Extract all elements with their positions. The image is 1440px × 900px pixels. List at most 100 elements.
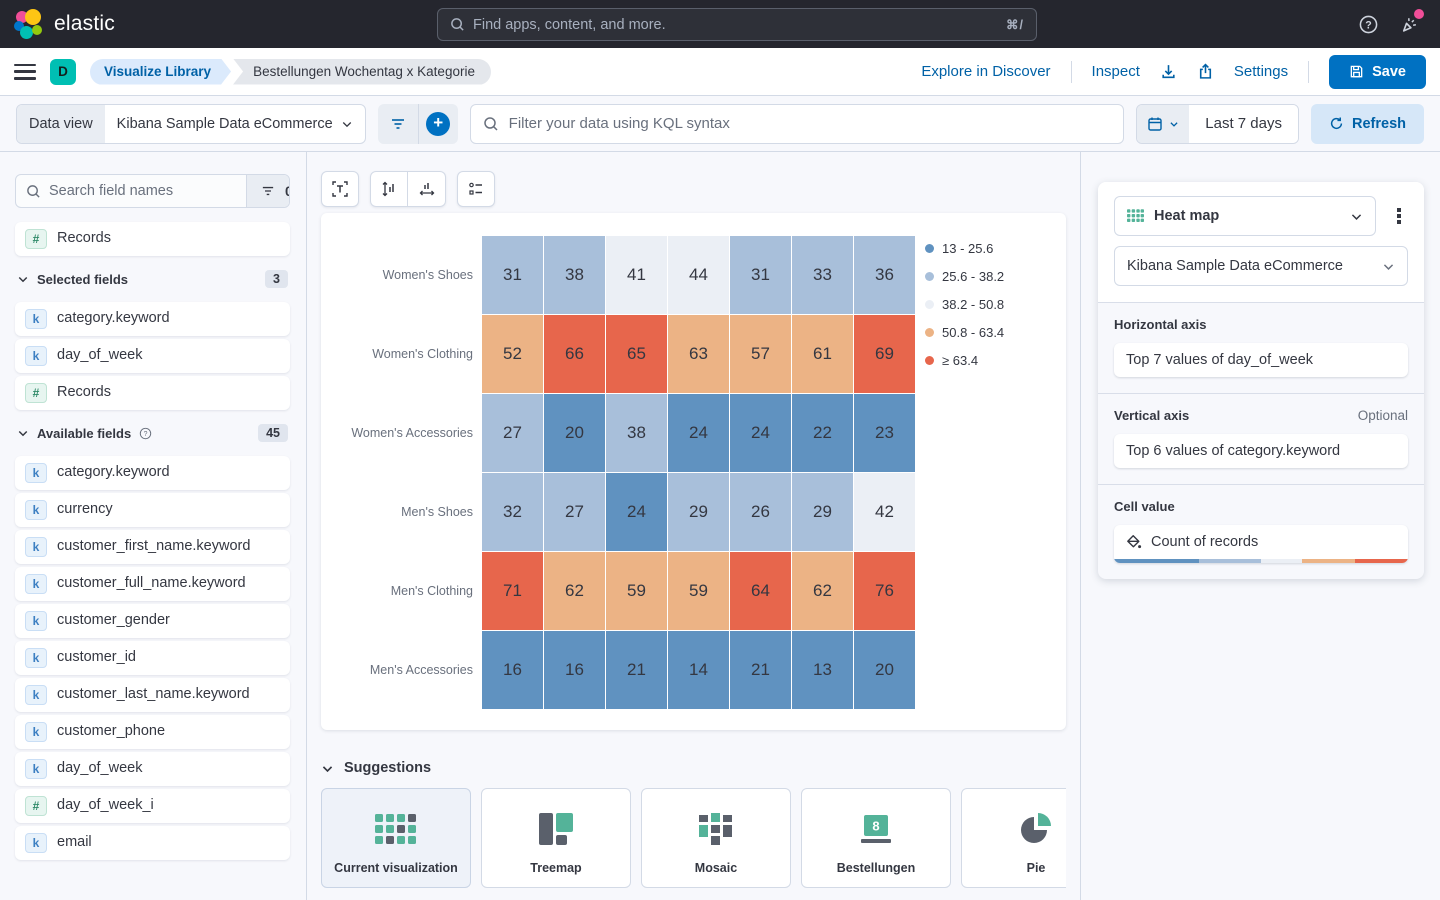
heatmap-cell[interactable]: 62 (792, 552, 853, 630)
global-search[interactable]: ⌘/ (437, 8, 1037, 41)
heatmap-cell[interactable]: 69 (854, 315, 915, 393)
heatmap-cell[interactable]: 71 (482, 552, 543, 630)
heatmap-cell[interactable]: 59 (606, 552, 667, 630)
download-button[interactable] (1160, 63, 1177, 80)
layer-data-view-select[interactable]: Kibana Sample Data eCommerce (1114, 246, 1408, 286)
heatmap-cell[interactable]: 23 (854, 394, 915, 472)
help-button[interactable]: ? (1359, 15, 1378, 34)
menu-button[interactable] (14, 64, 36, 80)
elastic-logo[interactable]: elastic (14, 9, 115, 39)
heatmap-cell[interactable]: 33 (792, 236, 853, 314)
heatmap-cell[interactable]: 64 (730, 552, 791, 630)
heatmap-cell[interactable]: 31 (730, 236, 791, 314)
refresh-button[interactable]: Refresh (1311, 104, 1424, 144)
global-search-input[interactable] (473, 17, 998, 33)
chart-type-switcher[interactable]: Heat map (1114, 196, 1376, 236)
legend-button[interactable] (457, 171, 495, 207)
suggestion-current-visualization[interactable]: Current visualization (321, 788, 471, 888)
cell-value-dimension[interactable]: Count of records (1114, 525, 1408, 563)
time-range-value[interactable]: Last 7 days (1189, 105, 1298, 143)
filter-menu-button[interactable] (378, 104, 418, 144)
suggestion-pie[interactable]: Pie (961, 788, 1066, 888)
legend-item[interactable]: 25.6 - 38.2 (925, 269, 1004, 284)
field-item[interactable]: kcustomer_last_name.keyword (15, 678, 290, 712)
kql-input[interactable] (509, 115, 1112, 132)
heatmap-cell[interactable]: 38 (606, 394, 667, 472)
field-item[interactable]: kcustomer_phone (15, 715, 290, 749)
heatmap-cell[interactable]: 27 (482, 394, 543, 472)
field-item[interactable]: #Records (15, 222, 290, 256)
help-circle-icon[interactable]: ? (139, 427, 152, 440)
heatmap-cell[interactable]: 26 (730, 473, 791, 551)
field-item[interactable]: kcustomer_full_name.keyword (15, 567, 290, 601)
available-fields-header[interactable]: Available fields ? 45 (17, 424, 288, 442)
field-item[interactable]: kcategory.keyword (15, 456, 290, 490)
newsfeed-button[interactable] (1400, 14, 1420, 34)
field-item[interactable]: kday_of_week (15, 339, 290, 373)
field-item[interactable]: kemail (15, 826, 290, 860)
breadcrumb-visualize-library[interactable]: Visualize Library (90, 59, 231, 85)
kql-search-bar[interactable] (470, 104, 1125, 144)
heatmap-cell[interactable]: 66 (544, 315, 605, 393)
field-item[interactable]: #Records (15, 376, 290, 410)
heatmap-cell[interactable]: 65 (606, 315, 667, 393)
heatmap-cell[interactable]: 59 (668, 552, 729, 630)
heatmap-cell[interactable]: 16 (482, 631, 543, 709)
heatmap-cell[interactable]: 24 (606, 473, 667, 551)
calendar-menu-button[interactable] (1137, 105, 1189, 143)
data-view-switcher[interactable]: Data view Kibana Sample Data eCommerce (16, 104, 366, 144)
field-item[interactable]: kcategory.keyword (15, 302, 290, 336)
heatmap-cell[interactable]: 20 (854, 631, 915, 709)
space-avatar[interactable]: D (50, 59, 76, 85)
field-item[interactable]: kday_of_week (15, 752, 290, 786)
heatmap-cell[interactable]: 14 (668, 631, 729, 709)
suggestions-header[interactable]: Suggestions (321, 760, 1066, 776)
heatmap-cell[interactable]: 21 (730, 631, 791, 709)
heatmap-cell[interactable]: 24 (730, 394, 791, 472)
heatmap-cell[interactable]: 61 (792, 315, 853, 393)
heatmap-cell[interactable]: 76 (854, 552, 915, 630)
heatmap-cell[interactable]: 57 (730, 315, 791, 393)
heatmap-cell[interactable]: 24 (668, 394, 729, 472)
selected-fields-header[interactable]: Selected fields 3 (17, 270, 288, 288)
field-item[interactable]: kcustomer_id (15, 641, 290, 675)
layer-actions-button[interactable] (1390, 204, 1408, 228)
add-filter-button[interactable]: + (418, 104, 458, 144)
field-item[interactable]: kcustomer_first_name.keyword (15, 530, 290, 564)
heatmap-cell[interactable]: 29 (792, 473, 853, 551)
settings-link[interactable]: Settings (1234, 63, 1288, 80)
field-filter-button[interactable]: 0 (246, 175, 290, 207)
heatmap-cell[interactable]: 36 (854, 236, 915, 314)
axis-labels-button[interactable] (321, 171, 359, 207)
share-button[interactable] (1197, 63, 1214, 80)
heatmap-cell[interactable]: 27 (544, 473, 605, 551)
heatmap-cell[interactable]: 52 (482, 315, 543, 393)
field-item[interactable]: kcurrency (15, 493, 290, 527)
legend-item[interactable]: 13 - 25.6 (925, 241, 1004, 256)
heatmap-cell[interactable]: 62 (544, 552, 605, 630)
heatmap-cell[interactable]: 21 (606, 631, 667, 709)
vertical-axis-button[interactable] (370, 171, 408, 207)
save-button[interactable]: Save (1329, 55, 1426, 89)
suggestion-bestellungen-metric[interactable]: 8 Bestellungen (801, 788, 951, 888)
legend-item[interactable]: ≥ 63.4 (925, 353, 1004, 368)
inspect-link[interactable]: Inspect (1092, 63, 1140, 80)
suggestion-mosaic[interactable]: Mosaic (641, 788, 791, 888)
vertical-axis-dimension[interactable]: Top 6 values of category.keyword (1114, 434, 1408, 468)
heatmap-cell[interactable]: 31 (482, 236, 543, 314)
heatmap-cell[interactable]: 22 (792, 394, 853, 472)
heatmap-cell[interactable]: 63 (668, 315, 729, 393)
legend-item[interactable]: 38.2 - 50.8 (925, 297, 1004, 312)
heatmap-cell[interactable]: 13 (792, 631, 853, 709)
field-item[interactable]: kcustomer_gender (15, 604, 290, 638)
field-search-input[interactable] (49, 183, 236, 199)
heatmap-cell[interactable]: 32 (482, 473, 543, 551)
heatmap-cell[interactable]: 44 (668, 236, 729, 314)
heatmap-cell[interactable]: 20 (544, 394, 605, 472)
explore-in-discover-link[interactable]: Explore in Discover (921, 63, 1050, 80)
legend-item[interactable]: 50.8 - 63.4 (925, 325, 1004, 340)
heatmap-cell[interactable]: 29 (668, 473, 729, 551)
heatmap-cell[interactable]: 16 (544, 631, 605, 709)
field-item[interactable]: #day_of_week_i (15, 789, 290, 823)
heatmap-cell[interactable]: 41 (606, 236, 667, 314)
